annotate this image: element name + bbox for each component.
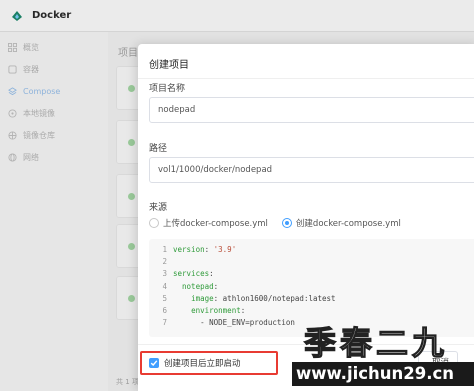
line-number: 3 — [162, 269, 167, 279]
code-key: image — [191, 293, 214, 303]
code-sep: : — [204, 244, 214, 254]
line-number: 7 — [162, 318, 167, 328]
path-label: 路径 — [149, 144, 168, 154]
path-value: vol1/1000/docker/nodepad — [158, 165, 273, 175]
code-line: 5 image: athlon1600/notepad:latest — [149, 292, 474, 304]
code-line: 4 notepad: — [149, 280, 474, 292]
code-line: 3 services: — [149, 268, 474, 280]
line-number: 5 — [162, 293, 167, 303]
line-number: 6 — [162, 306, 167, 316]
project-name-input[interactable]: nodepad — [149, 97, 474, 123]
checkbox-label: 创建项目后立即启动 — [164, 359, 241, 369]
watermark-url: www.jichun29.cn — [292, 362, 474, 386]
checkbox-checked-icon[interactable] — [149, 358, 159, 368]
code-value: '3.9' — [213, 244, 237, 254]
code-key: environment — [191, 306, 241, 316]
code-sep: : — [213, 281, 219, 291]
radio-upload-compose[interactable]: 上传docker-compose.yml — [149, 217, 268, 229]
dialog-title: 创建项目 — [149, 60, 189, 71]
path-input[interactable]: vol1/1000/docker/nodepad — [149, 157, 474, 183]
code-line: 1 version: '3.9' — [149, 243, 474, 255]
watermark: 季春二九 www.jichun29.cn — [290, 316, 474, 391]
code-key: version — [173, 244, 205, 254]
source-label: 来源 — [149, 203, 168, 213]
code-line: 2 — [149, 255, 474, 267]
code-key: services — [173, 269, 210, 279]
checkmark-icon — [150, 360, 158, 367]
line-number: 4 — [162, 281, 167, 291]
start-after-create-checkbox[interactable]: 创建项目后立即启动 — [140, 351, 278, 375]
radio-create-compose[interactable]: 创建docker-compose.yml — [281, 217, 401, 229]
code-value: athlon1600/notepad:latest — [222, 293, 336, 303]
code-sep: : — [209, 269, 214, 279]
line-number: 1 — [162, 244, 167, 254]
radio-unchecked-icon[interactable] — [149, 218, 159, 228]
project-name-value: nodepad — [158, 105, 196, 115]
code-key: notepad — [182, 281, 214, 291]
project-name-label: 项目名称 — [149, 84, 186, 94]
watermark-logo-text: 季春二九 — [303, 323, 449, 362]
radio-label: 上传docker-compose.yml — [163, 219, 268, 229]
code-sep: : — [213, 293, 223, 303]
source-radio-group: 上传docker-compose.yml 创建docker-compose.ym… — [149, 217, 415, 229]
line-number: 2 — [162, 256, 167, 266]
radio-label: 创建docker-compose.yml — [295, 219, 401, 229]
code-value: - NODE_ENV=production — [200, 318, 295, 328]
radio-checked-icon[interactable] — [281, 218, 292, 228]
code-sep: : — [240, 306, 246, 316]
divider — [138, 78, 474, 79]
code-line: 6 environment: — [149, 304, 474, 316]
